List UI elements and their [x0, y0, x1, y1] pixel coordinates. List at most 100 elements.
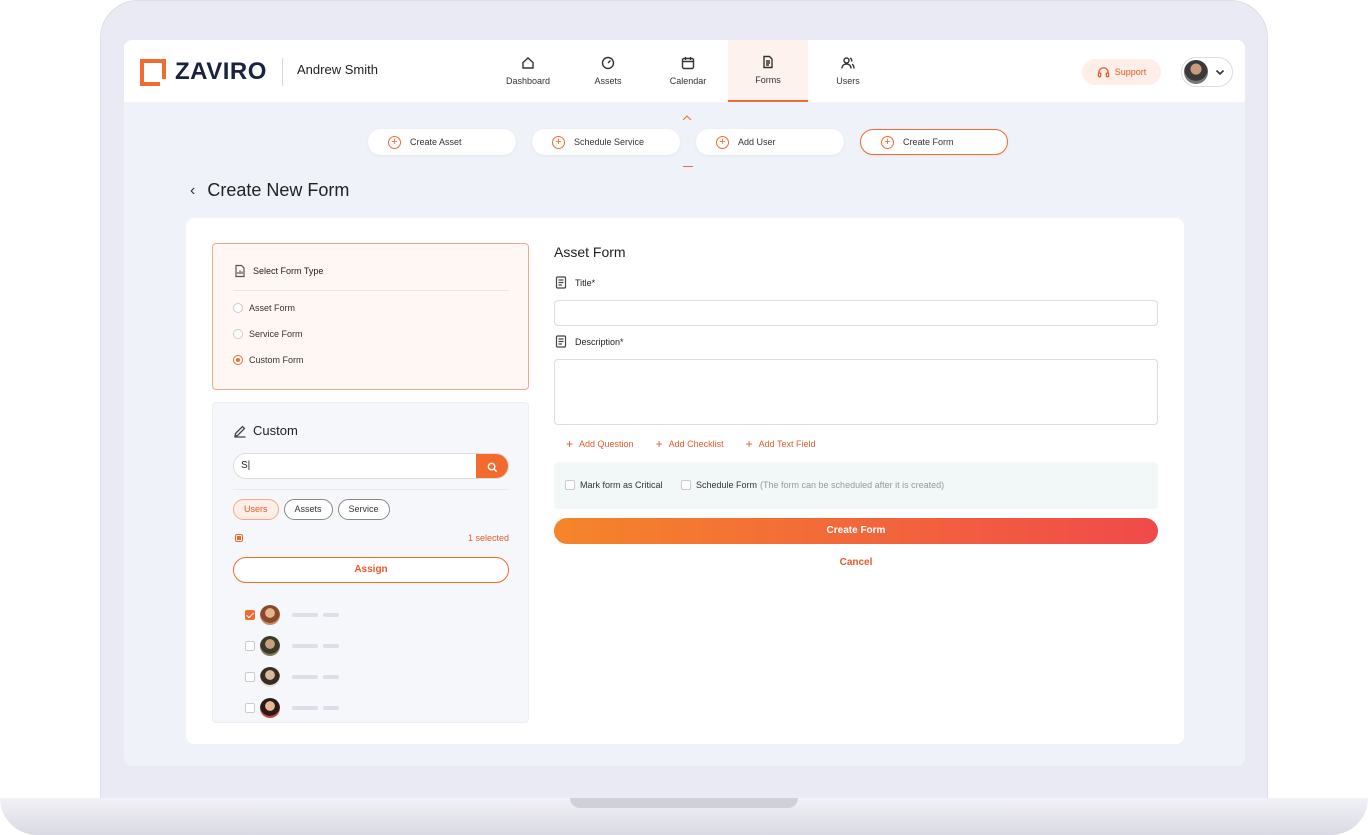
- field-adders: + Add Question + Add Checklist + Add Text F…: [566, 437, 838, 451]
- user-row[interactable]: [245, 698, 339, 718]
- divider: [233, 290, 509, 291]
- header-divider: [282, 58, 283, 86]
- page-title: Create New Form: [207, 180, 350, 200]
- logo-icon: [140, 58, 166, 86]
- name-placeholder: [292, 675, 318, 679]
- nav-users[interactable]: Users: [808, 40, 888, 102]
- custom-panel: Custom Users Assets Service 1 selected A…: [212, 402, 529, 723]
- home-icon: [522, 57, 534, 69]
- quick-create-asset[interactable]: + Create Asset: [368, 129, 516, 155]
- radio-asset-form[interactable]: Asset Form: [233, 303, 295, 313]
- document-chart-icon: [235, 264, 245, 278]
- document-icon: [763, 55, 773, 69]
- divider: [233, 489, 509, 490]
- user-checkbox[interactable]: [245, 703, 255, 713]
- form-type-heading: Select Form Type: [233, 264, 323, 278]
- radio-button[interactable]: [233, 329, 243, 339]
- quick-action-label: Add User: [738, 137, 776, 147]
- users-icon: [841, 57, 855, 69]
- assign-button[interactable]: Assign: [233, 557, 509, 583]
- selection-row: 1 selected: [233, 533, 509, 545]
- schedule-hint: (The form can be scheduled after it is c…: [760, 480, 945, 490]
- filter-chips: Users Assets Service: [233, 499, 395, 520]
- quick-add-user[interactable]: + Add User: [696, 129, 844, 155]
- search-button[interactable]: [476, 454, 508, 478]
- quick-schedule-service[interactable]: + Schedule Service: [532, 129, 680, 155]
- avatar: [1184, 60, 1208, 84]
- user-row[interactable]: [245, 605, 339, 625]
- title-label: Title*: [555, 276, 595, 289]
- avatar: [260, 667, 280, 687]
- radio-custom-form[interactable]: Custom Form: [233, 355, 304, 365]
- role-placeholder: [323, 613, 339, 617]
- select-all-checkbox[interactable]: [235, 534, 243, 542]
- name-placeholder: [292, 706, 318, 710]
- plus-icon: +: [655, 437, 663, 451]
- mark-critical-option[interactable]: Mark form as Critical: [565, 480, 663, 490]
- description-label: Description*: [555, 335, 624, 348]
- nav-label: Assets: [594, 76, 622, 86]
- avatar: [260, 698, 280, 718]
- chip-assets[interactable]: Assets: [283, 499, 333, 520]
- schedule-form-option[interactable]: Schedule Form (The form can be scheduled…: [681, 480, 944, 490]
- user-checkbox[interactable]: [245, 672, 255, 682]
- radio-button[interactable]: [233, 303, 243, 313]
- radio-button[interactable]: [233, 355, 243, 365]
- nav-calendar[interactable]: Calendar: [648, 40, 728, 102]
- search-bar: [233, 453, 509, 479]
- form-type-panel: Select Form Type Asset Form Service Form…: [212, 243, 529, 390]
- chip-users[interactable]: Users: [233, 499, 279, 520]
- back-arrow-icon[interactable]: ‹: [190, 182, 195, 200]
- document-icon: [555, 335, 567, 348]
- plus-icon: +: [566, 437, 574, 451]
- headset-icon: [1097, 66, 1109, 77]
- chevron-up-icon[interactable]: [682, 110, 692, 121]
- nav-forms[interactable]: Forms: [728, 40, 808, 102]
- role-placeholder: [323, 675, 339, 679]
- main-nav: Dashboard Assets Calendar Forms Users: [488, 40, 888, 102]
- calendar-icon: [681, 57, 695, 70]
- avatar: [260, 605, 280, 625]
- brand-name: ZAVIRO: [175, 58, 267, 85]
- quick-action-label: Schedule Service: [574, 137, 645, 147]
- app-screen: ZAVIRO Andrew Smith Dashboard Assets Cal…: [124, 40, 1245, 766]
- nav-label: Users: [836, 76, 860, 86]
- profile-menu[interactable]: [1181, 57, 1233, 87]
- radio-label: Custom Form: [249, 355, 304, 365]
- nav-label: Forms: [755, 75, 781, 85]
- user-row[interactable]: [245, 667, 339, 687]
- support-button[interactable]: Support: [1082, 59, 1161, 85]
- name-placeholder: [292, 644, 318, 648]
- chip-service[interactable]: Service: [337, 499, 390, 520]
- add-question-button[interactable]: + Add Question: [566, 437, 634, 451]
- support-label: Support: [1114, 67, 1147, 77]
- add-text-field-button[interactable]: + Add Text Field: [746, 437, 816, 451]
- plus-circle-icon: +: [388, 135, 401, 149]
- collapse-indicator: [683, 166, 693, 167]
- radio-service-form[interactable]: Service Form: [233, 329, 303, 339]
- checkbox[interactable]: [681, 480, 691, 490]
- create-form-button[interactable]: Create Form: [554, 518, 1158, 544]
- checkbox[interactable]: [565, 480, 575, 490]
- brand-logo[interactable]: ZAVIRO: [140, 58, 267, 86]
- nav-dashboard[interactable]: Dashboard: [488, 40, 568, 102]
- form-card: Select Form Type Asset Form Service Form…: [186, 218, 1184, 744]
- role-placeholder: [323, 644, 339, 648]
- cancel-button[interactable]: Cancel: [554, 557, 1158, 568]
- document-icon: [555, 276, 567, 289]
- quick-action-label: Create Asset: [410, 137, 462, 147]
- avatar: [260, 636, 280, 656]
- quick-create-form[interactable]: + Create Form: [860, 129, 1008, 155]
- form-title: Asset Form: [554, 244, 626, 260]
- top-bar: ZAVIRO Andrew Smith Dashboard Assets Cal…: [124, 40, 1245, 102]
- radio-label: Asset Form: [249, 303, 296, 313]
- nav-assets[interactable]: Assets: [568, 40, 648, 102]
- description-textarea[interactable]: [554, 359, 1158, 425]
- search-input[interactable]: [241, 460, 471, 471]
- custom-heading: Custom: [233, 423, 298, 438]
- user-checkbox[interactable]: [245, 610, 255, 620]
- title-input[interactable]: [554, 300, 1158, 326]
- add-checklist-button[interactable]: + Add Checklist: [656, 437, 724, 451]
- user-checkbox[interactable]: [245, 641, 255, 651]
- user-row[interactable]: [245, 636, 339, 656]
